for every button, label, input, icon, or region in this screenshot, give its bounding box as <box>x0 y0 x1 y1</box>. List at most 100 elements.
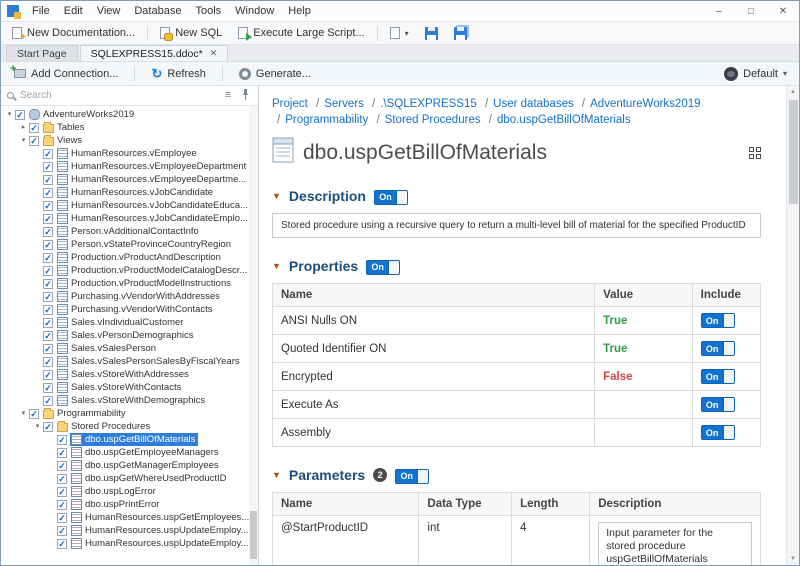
scroll-up-icon[interactable]: ▲ <box>790 86 796 98</box>
tree-checkbox[interactable]: ✓ <box>57 500 67 510</box>
tree-checkbox[interactable]: ✓ <box>57 448 67 458</box>
tree-expander-icon[interactable]: ▾ <box>18 134 29 147</box>
breadcrumb-link[interactable]: Servers <box>324 98 364 110</box>
tree-checkbox[interactable]: ✓ <box>43 279 53 289</box>
tree-item[interactable]: ✓Person.vAdditionalContactInfo <box>1 225 258 238</box>
parameter-description-box[interactable]: Input parameter for the stored procedure… <box>598 522 752 565</box>
tree-checkbox[interactable]: ✓ <box>43 305 53 315</box>
tree-checkbox[interactable]: ✓ <box>43 162 53 172</box>
breadcrumb-link[interactable]: Project <box>272 98 308 110</box>
tree-item[interactable]: ✓Sales.vStoreWithAddresses <box>1 368 258 381</box>
list-icon[interactable]: ≡ <box>223 90 233 101</box>
tree-item[interactable]: ✓HumanResources.vJobCandidate <box>1 186 258 199</box>
tree-item[interactable]: ✓HumanResources.vEmployee <box>1 147 258 160</box>
tree-checkbox[interactable]: ✓ <box>43 357 53 367</box>
on-toggle[interactable]: On <box>701 425 735 440</box>
breadcrumb-link[interactable]: .\SQLEXPRESS15 <box>380 98 477 110</box>
tree-item[interactable]: ▾✓AdventureWorks2019 <box>1 108 258 121</box>
tree-item[interactable]: ✓Person.vStateProvinceCountryRegion <box>1 238 258 251</box>
tree-checkbox[interactable]: ✓ <box>57 526 67 536</box>
tree-checkbox[interactable]: ✓ <box>43 266 53 276</box>
tab-start-page[interactable]: Start Page <box>6 45 78 61</box>
menu-help[interactable]: Help <box>281 1 318 21</box>
refresh-button[interactable]: ↻ Refresh <box>144 64 212 84</box>
on-toggle[interactable]: On <box>395 469 429 484</box>
tree-checkbox[interactable]: ✓ <box>57 435 67 445</box>
tree-item[interactable]: ✓HumanResources.uspUpdateEmploy... <box>1 524 258 537</box>
tree-checkbox[interactable]: ✓ <box>57 487 67 497</box>
execute-large-script-button[interactable]: Execute Large Script... <box>231 23 371 43</box>
tab-close-icon[interactable]: ✕ <box>210 48 218 59</box>
tree-item[interactable]: ✓Purchasing.vVendorWithAddresses <box>1 290 258 303</box>
tree-item[interactable]: ✓Sales.vPersonDemographics <box>1 329 258 342</box>
on-toggle[interactable]: On <box>701 397 735 412</box>
maximize-icon[interactable]: □ <box>735 1 767 21</box>
tree-checkbox[interactable]: ✓ <box>43 383 53 393</box>
tree-checkbox[interactable]: ✓ <box>43 292 53 302</box>
tree-item[interactable]: ✓Production.vProductAndDescription <box>1 251 258 264</box>
tree-item[interactable]: ✓dbo.uspPrintError <box>1 498 258 511</box>
on-toggle[interactable]: On <box>374 190 408 205</box>
breadcrumb-link[interactable]: User databases <box>493 98 574 110</box>
breadcrumb-link[interactable]: dbo.uspGetBillOfMaterials <box>497 114 631 126</box>
scroll-down-icon[interactable]: ▼ <box>790 553 796 565</box>
skin-selector[interactable]: Default ▾ <box>718 64 793 84</box>
tree-item[interactable]: ✓HumanResources.vEmployeeDepartme... <box>1 173 258 186</box>
add-connection-button[interactable]: Add Connection... <box>7 64 125 84</box>
tree-checkbox[interactable]: ✓ <box>43 240 53 250</box>
tree-checkbox[interactable]: ✓ <box>43 201 53 211</box>
tree-item[interactable]: ✓dbo.uspGetManagerEmployees <box>1 459 258 472</box>
tree-expander-icon[interactable]: ▾ <box>4 108 15 121</box>
tree-item[interactable]: ✓HumanResources.vJobCandidateEduca... <box>1 199 258 212</box>
tree-item[interactable]: ✓HumanResources.uspUpdateEmploy... <box>1 537 258 550</box>
tree-item[interactable]: ▾✓Stored Procedures <box>1 420 258 433</box>
tree-checkbox[interactable]: ✓ <box>43 175 53 185</box>
on-toggle[interactable]: On <box>701 341 735 356</box>
close-icon[interactable]: ✕ <box>767 1 799 21</box>
tree-item[interactable]: ✓Production.vProductModelCatalogDescr... <box>1 264 258 277</box>
tree-scrollbar[interactable] <box>249 106 258 565</box>
new-sql-button[interactable]: New SQL <box>153 23 229 43</box>
parameters-section-header[interactable]: ▼ Parameters 2 On <box>272 466 761 484</box>
tree-item[interactable]: ✓Sales.vIndividualCustomer <box>1 316 258 329</box>
minimize-icon[interactable]: – <box>703 1 735 21</box>
tree-checkbox[interactable]: ✓ <box>57 539 67 549</box>
tree-item[interactable]: ▾✓Views <box>1 134 258 147</box>
content-scrollbar[interactable]: ▲ ▼ <box>786 86 799 565</box>
content-scrollbar-thumb[interactable] <box>789 100 798 204</box>
breadcrumb-link[interactable]: AdventureWorks2019 <box>590 98 700 110</box>
open-dropdown-button[interactable]: ▾ <box>383 23 416 43</box>
tree-item[interactable]: ✓HumanResources.vJobCandidateEmplo... <box>1 212 258 225</box>
tree-checkbox[interactable]: ✓ <box>29 123 39 133</box>
tree-expander-icon[interactable]: ▾ <box>32 420 43 433</box>
tree-checkbox[interactable]: ✓ <box>43 422 53 432</box>
breadcrumb-link[interactable]: Programmability <box>285 114 368 126</box>
tree-checkbox[interactable]: ✓ <box>43 149 53 159</box>
tree-checkbox[interactable]: ✓ <box>43 331 53 341</box>
tree-checkbox[interactable]: ✓ <box>43 318 53 328</box>
properties-section-header[interactable]: ▼ Properties On <box>272 257 761 275</box>
on-toggle[interactable]: On <box>701 313 735 328</box>
tree-checkbox[interactable]: ✓ <box>43 344 53 354</box>
search-input[interactable]: Search <box>20 90 217 101</box>
tree-item[interactable]: ▾✓Programmability <box>1 407 258 420</box>
collapse-triangle-icon[interactable]: ▼ <box>272 470 281 480</box>
tree-checkbox[interactable]: ✓ <box>43 227 53 237</box>
tree-checkbox[interactable]: ✓ <box>29 136 39 146</box>
tree-scrollbar-thumb[interactable] <box>250 511 257 559</box>
tree-item[interactable]: ✓Sales.vStoreWithDemographics <box>1 394 258 407</box>
breadcrumb-link[interactable]: Stored Procedures <box>385 114 481 126</box>
tree-expander-icon[interactable]: ▾ <box>18 407 29 420</box>
tree-item[interactable]: ✓dbo.uspGetEmployeeManagers <box>1 446 258 459</box>
tree-item[interactable]: ▸✓Tables <box>1 121 258 134</box>
grid-view-button[interactable] <box>749 147 761 159</box>
menu-database[interactable]: Database <box>127 1 188 21</box>
tree-checkbox[interactable]: ✓ <box>15 110 25 120</box>
tab-document[interactable]: SQLEXPRESS15.ddoc* ✕ <box>80 45 229 61</box>
menu-view[interactable]: View <box>90 1 128 21</box>
tree-item[interactable]: ✓dbo.uspLogError <box>1 485 258 498</box>
tree-item[interactable]: ✓dbo.uspGetWhereUsedProductID <box>1 472 258 485</box>
collapse-triangle-icon[interactable]: ▼ <box>272 191 281 201</box>
tree-checkbox[interactable]: ✓ <box>43 370 53 380</box>
tree-item[interactable]: ✓Purchasing.vVendorWithContacts <box>1 303 258 316</box>
